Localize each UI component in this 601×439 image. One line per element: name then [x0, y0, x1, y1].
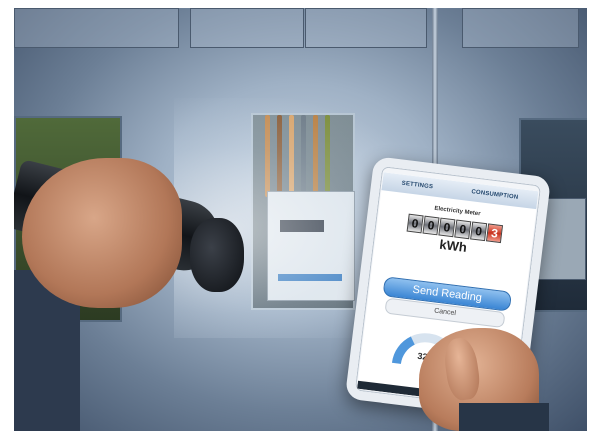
tab-settings[interactable]: SETTINGS: [401, 181, 433, 191]
cabinet-panel: [305, 8, 427, 48]
flashlight-head: [190, 218, 244, 292]
wire: [313, 115, 318, 197]
meter-readout: [280, 220, 324, 232]
counter-digit[interactable]: 0: [454, 219, 472, 240]
counter-digit-last[interactable]: 3: [485, 223, 504, 244]
cabinet-panel: [190, 8, 304, 48]
counter-digit[interactable]: 0: [470, 221, 488, 242]
electricity-meter: [267, 191, 355, 301]
wire: [277, 115, 282, 197]
sleeve-right: [459, 403, 549, 431]
meter-label-strip: [278, 274, 342, 281]
wire: [325, 115, 330, 197]
cabinet-panel: [14, 8, 179, 48]
photo: SETTINGS CONSUMPTION Electricity Meter 0…: [14, 8, 587, 431]
wire: [301, 115, 306, 197]
counter-digit[interactable]: 0: [406, 213, 424, 234]
counter-digit[interactable]: 0: [438, 217, 456, 238]
wire: [265, 115, 270, 197]
wire: [289, 115, 294, 197]
hand-left: [22, 158, 182, 308]
cabinet-panel: [462, 8, 579, 48]
tab-consumption[interactable]: CONSUMPTION: [471, 189, 519, 201]
counter-digit[interactable]: 0: [422, 215, 440, 236]
